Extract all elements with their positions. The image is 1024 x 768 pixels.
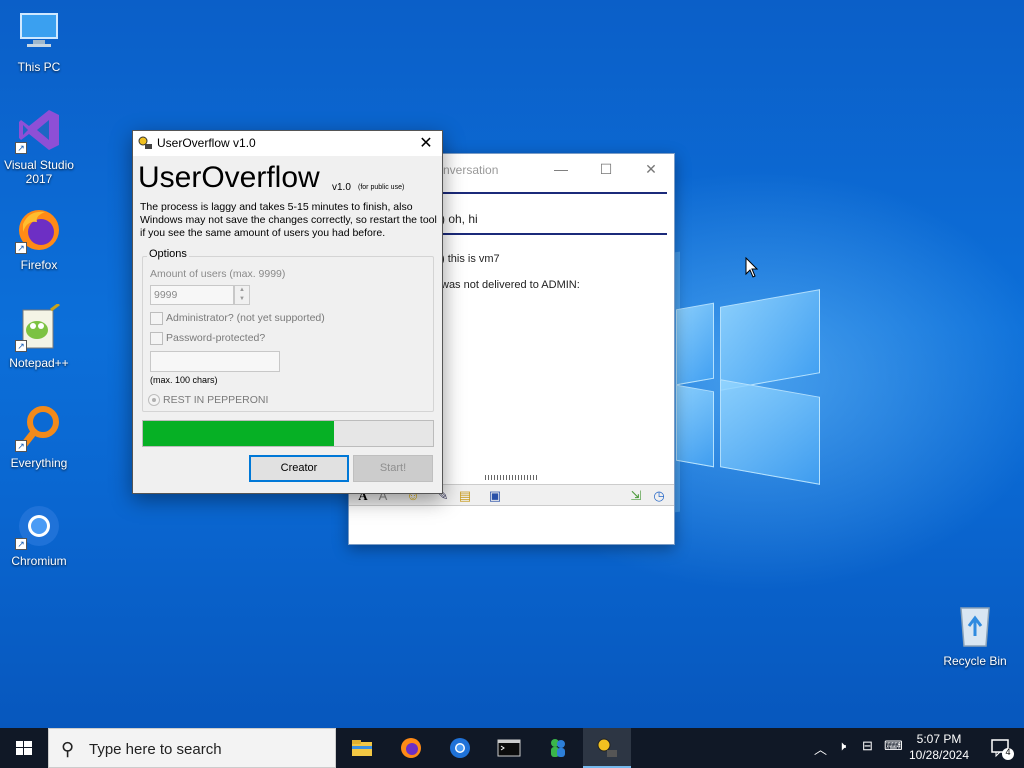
message-text: was not delivered to ADMIN: <box>441 279 580 291</box>
version-label: v1.0 <box>332 182 351 193</box>
description-text: The process is laggy and takes 5-15 minu… <box>140 201 437 239</box>
monitor-icon <box>15 8 63 56</box>
password-protected-checkbox[interactable] <box>150 332 163 345</box>
clock-date: 10/28/2024 <box>908 748 970 762</box>
creator-button[interactable]: Creator <box>249 455 349 482</box>
amount-of-users-input[interactable]: 9999 <box>150 285 234 305</box>
rest-in-pepperoni-radio[interactable] <box>148 394 160 406</box>
desktop-icon-label: Recycle Bin <box>943 654 1007 668</box>
max-chars-label: (max. 100 chars) <box>150 375 218 385</box>
taskbar-app-firefox[interactable] <box>387 728 435 768</box>
search-icon: ⚲ <box>61 739 75 759</box>
options-group-label: Options <box>147 248 189 260</box>
useroverflow-titlebar[interactable]: UserOverflow v1.0 ✕ <box>133 131 442 156</box>
action-center-button[interactable]: 4 <box>980 728 1024 768</box>
desktop-icon-recycle-bin[interactable]: Recycle Bin <box>936 602 1014 668</box>
terminal-icon <box>497 739 521 757</box>
language-keyboard-icon[interactable]: ⌨ <box>884 738 904 768</box>
message-text: ) oh, hi <box>441 212 478 226</box>
minimize-button[interactable]: — <box>538 154 584 184</box>
useroverflow-icon <box>137 135 153 151</box>
taskbar-search-box[interactable]: ⚲ Type here to search <box>48 728 336 768</box>
notification-icon <box>991 739 1014 760</box>
start-button[interactable]: Start! <box>353 455 433 482</box>
everything-search-icon: ↗ <box>15 404 63 452</box>
taskbar-app-chromium[interactable] <box>436 728 484 768</box>
network-icon[interactable]: ⊟ <box>862 738 882 768</box>
useroverflow-window[interactable]: UserOverflow v1.0 ✕ UserOverflow v1.0 (f… <box>132 130 443 494</box>
password-protected-label: Password-protected? <box>166 332 266 344</box>
window-title: nversation <box>443 163 499 177</box>
save-icon[interactable]: ▣ <box>487 488 503 504</box>
volume-muted-icon[interactable]: 🕨 <box>838 738 858 768</box>
spin-down-icon[interactable]: ▼ <box>235 295 249 304</box>
chromium-icon <box>450 738 470 758</box>
shortcut-arrow-icon: ↗ <box>15 142 27 154</box>
public-use-note: (for public use) <box>358 184 405 191</box>
show-hidden-icons-chevron-icon[interactable]: ︿ <box>814 739 834 768</box>
taskbar: ⚲ Type here to search ︿ 🕨 ⊟ ⌨ 5:07 PM 10… <box>0 728 1024 768</box>
password-input[interactable] <box>150 351 280 372</box>
desktop-icon-label: Firefox <box>20 258 58 272</box>
amount-stepper[interactable]: ▲ ▼ <box>234 285 250 305</box>
taskbar-app-useroverflow[interactable] <box>583 728 631 768</box>
windows-start-icon <box>16 741 32 755</box>
desktop-icon-notepadpp[interactable]: ↗ Notepad++ <box>0 302 78 370</box>
desktop-icon-visual-studio[interactable]: ↗ Visual Studio 2017 <box>0 106 78 186</box>
window-title: UserOverflow v1.0 <box>157 136 256 150</box>
shortcut-arrow-icon: ↗ <box>15 440 27 452</box>
administrator-label: Administrator? (not yet supported) <box>166 312 325 324</box>
maximize-button[interactable]: ☐ <box>583 154 629 184</box>
close-button[interactable]: ✕ <box>410 131 442 156</box>
amount-of-users-label: Amount of users (max. 9999) <box>150 268 286 280</box>
taskbar-app-file-explorer[interactable] <box>338 728 386 768</box>
splitter-grip[interactable] <box>485 475 539 480</box>
useroverflow-icon <box>597 738 617 757</box>
recycle-bin-icon <box>951 602 999 650</box>
visual-studio-icon: ↗ <box>15 106 63 154</box>
desktop-icon-this-pc[interactable]: This PC <box>0 8 78 74</box>
messenger-icon <box>551 739 565 757</box>
notepadpp-icon: ↗ <box>15 302 63 352</box>
file-explorer-icon <box>352 740 372 756</box>
message-input[interactable] <box>349 507 674 544</box>
notification-count-badge: 4 <box>1005 747 1011 757</box>
progress-bar <box>142 420 434 447</box>
spin-up-icon[interactable]: ▲ <box>235 286 249 295</box>
desktop-icon-label: Notepad++ <box>9 356 69 370</box>
search-placeholder: Type here to search <box>89 741 222 758</box>
history-icon[interactable]: ◷ <box>651 488 667 504</box>
firefox-icon <box>401 738 421 758</box>
desktop-icon-label: Chromium <box>11 554 67 568</box>
clock-time: 5:07 PM <box>916 732 962 746</box>
shortcut-arrow-icon: ↗ <box>15 538 27 550</box>
send-file-icon[interactable]: ⇲ <box>628 488 644 504</box>
taskbar-clock[interactable]: 5:07 PM 10/28/2024 <box>904 731 974 763</box>
desktop-icon-chromium[interactable]: ↗ Chromium <box>0 502 78 568</box>
shortcut-arrow-icon: ↗ <box>15 340 27 352</box>
chromium-icon: ↗ <box>15 502 63 550</box>
app-heading: UserOverflow <box>138 161 320 194</box>
shortcut-arrow-icon: ↗ <box>15 242 27 254</box>
desktop-icon-label: This PC <box>17 60 61 74</box>
start-button[interactable] <box>0 728 48 768</box>
rest-in-pepperoni-label: REST IN PEPPERONI <box>163 394 269 406</box>
desktop-icon-firefox[interactable]: ↗ Firefox <box>0 206 78 272</box>
message-text: ) this is vm7 <box>441 253 500 265</box>
close-button[interactable]: ✕ <box>628 154 674 184</box>
administrator-checkbox[interactable] <box>150 312 163 325</box>
mouse-cursor-icon <box>745 256 759 284</box>
desktop-icon-label: Visual Studio 2017 <box>4 158 74 186</box>
firefox-icon: ↗ <box>15 206 63 254</box>
desktop-icon-label: Everything <box>10 456 68 470</box>
taskbar-app-terminal[interactable] <box>485 728 533 768</box>
folder-icon[interactable]: ▤ <box>457 488 473 504</box>
desktop-icon-everything[interactable]: ↗ Everything <box>0 404 78 470</box>
taskbar-app-messenger[interactable] <box>534 728 582 768</box>
progress-fill <box>143 421 335 446</box>
